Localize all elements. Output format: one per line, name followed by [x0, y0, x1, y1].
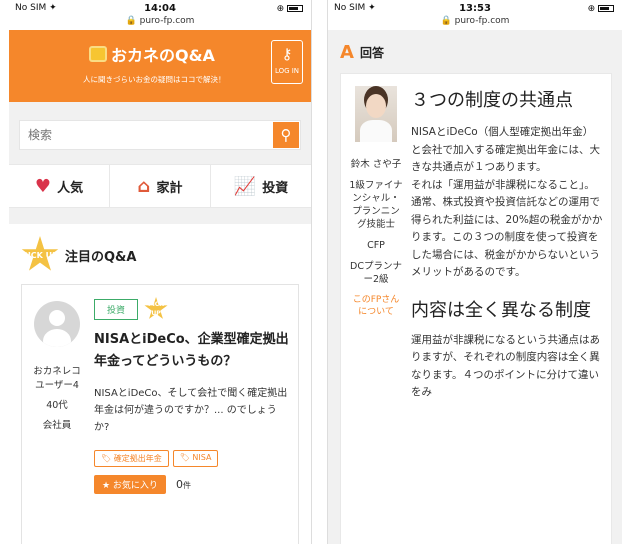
- user-job: 会社員: [42, 420, 72, 431]
- fp-qualification: DCプランナー2級: [350, 261, 402, 285]
- favorite-row: ★ お気に入り 0件: [94, 475, 290, 494]
- category-investment[interactable]: 📈 投資: [211, 165, 311, 207]
- fp-qualification: 1級ファイナンシャル・プランニング技能士: [349, 180, 403, 230]
- clock: 14:04: [144, 3, 176, 14]
- status-bar: No SIM ✦ 14:04 🔒 puro-fp.com ⊕: [9, 0, 311, 30]
- tagline: 人に聞きづらいお金の疑問はココで解決！: [83, 75, 226, 84]
- status-bar: No SIM ✦ 13:53 🔒 puro-fp.com ⊕: [328, 0, 622, 30]
- login-label: LOG IN: [274, 67, 300, 75]
- content-area: ⚲ ♥ 人気 ⌂ 家計 📈 投資 PICK UP 注目のQ&A: [9, 102, 311, 544]
- key-icon: ⚷: [281, 45, 293, 63]
- category-tag[interactable]: 投資: [94, 298, 139, 320]
- chart-icon: 📈: [233, 175, 257, 197]
- fp-name: 鈴木 さや子: [350, 159, 402, 170]
- fp-qualification: CFP: [367, 240, 385, 251]
- category-nav: ♥ 人気 ⌂ 家計 📈 投資: [9, 164, 311, 208]
- answer-letter: A: [340, 42, 354, 63]
- site-logo[interactable]: おカネのQ&A: [89, 42, 215, 66]
- keyword-tags: 🏷 確定拠出年金 🏷 NISA: [94, 450, 290, 467]
- category-label: 人気: [57, 180, 84, 196]
- user-name: おカネレコユーザー4: [33, 366, 81, 391]
- answer-paragraph: 運用益が非課税になるという共通点はありますが、それぞれの制度内容は全く異なります…: [411, 333, 600, 399]
- coin-icon: [89, 46, 107, 62]
- category-household[interactable]: ⌂ 家計: [110, 165, 211, 207]
- heart-icon: ♥: [34, 175, 52, 197]
- pickup-star-icon: PICK UP: [144, 297, 168, 319]
- site-header: おカネのQ&A 人に聞きづらいお金の疑問はココで解決！ ⚷ LOG IN: [9, 30, 311, 102]
- answer-heading: A 回答: [340, 42, 612, 63]
- favorite-count: 0件: [175, 478, 191, 491]
- keyword-tag[interactable]: 🏷 NISA: [172, 450, 219, 467]
- question-content: 投資 PICK UP NISAとiDeCo、企業型確定拠出年金ってどういうもの？…: [94, 297, 290, 541]
- logo-text: おカネのQ&A: [111, 46, 215, 65]
- fp-profile: 鈴木 さや子 1級ファイナンシャル・プランニング技能士 CFP DCプランナー2…: [349, 86, 403, 540]
- favorite-button[interactable]: ★ お気に入り: [94, 475, 166, 494]
- keyword-tag[interactable]: 🏷 確定拠出年金: [94, 450, 169, 467]
- category-label: 家計: [156, 180, 183, 196]
- questioner-info: おカネレコユーザー4 40代 会社員: [30, 297, 84, 541]
- category-popular[interactable]: ♥ 人気: [9, 165, 110, 207]
- question-title[interactable]: NISAとiDeCo、企業型確定拠出年金ってどういうもの？: [94, 329, 290, 373]
- pickup-star-icon: PICK UP: [21, 236, 59, 271]
- url-bar[interactable]: 🔒 puro-fp.com: [328, 16, 622, 26]
- answer-section-heading: 内容は全く異なる制度: [411, 299, 591, 321]
- clock: 13:53: [459, 3, 491, 14]
- user-age: 40代: [46, 400, 68, 411]
- qa-card[interactable]: おカネレコユーザー4 40代 会社員 投資 PICK UP NISAとiDeCo…: [21, 284, 299, 544]
- house-icon: ⌂: [137, 175, 151, 197]
- search-bar: ⚲: [19, 120, 301, 150]
- answer-label: 回答: [359, 46, 384, 60]
- answer-paragraph: NISAとiDeCo（個人型確定拠出年金）と会社で加入する確定拠出年金には、大き…: [411, 126, 600, 173]
- pickup-heading: PICK UP 注目のQ&A: [21, 236, 299, 274]
- answer-area: A 回答 鈴木 さや子 1級ファイナンシャル・プランニング技能士 CFP DCプ…: [328, 30, 622, 544]
- battery-icon: ⊕: [277, 4, 303, 14]
- left-phone-screen: No SIM ✦ 14:04 🔒 puro-fp.com ⊕ おカネのQ&A 人…: [9, 0, 312, 544]
- answer-paragraph: それは「運用益が非課税になること」。通常、株式投資や投資信託などの運用で得られた…: [411, 178, 603, 279]
- search-input[interactable]: [20, 121, 272, 149]
- question-excerpt: NISAとiDeCo、そして会社で聞く確定拠出年金は何が違うのですか？... の…: [94, 388, 288, 433]
- login-button[interactable]: ⚷ LOG IN: [271, 40, 303, 84]
- answer-card: 鈴木 さや子 1級ファイナンシャル・プランニング技能士 CFP DCプランナー2…: [340, 73, 612, 544]
- search-icon: ⚲: [280, 126, 292, 144]
- fp-profile-link[interactable]: このFPさんについて: [349, 294, 403, 318]
- answer-section-heading: ３つの制度の共通点: [411, 90, 573, 111]
- category-label: 投資: [262, 180, 289, 196]
- battery-icon: ⊕: [588, 4, 614, 14]
- avatar: [34, 301, 80, 347]
- fp-photo: [355, 86, 397, 142]
- answer-body: ３つの制度の共通点 NISAとiDeCo（個人型確定拠出年金）と会社で加入する確…: [411, 86, 603, 540]
- url-bar[interactable]: 🔒 puro-fp.com: [9, 16, 311, 26]
- pickup-title: 注目のQ&A: [65, 249, 137, 265]
- question-tags: 投資 PICK UP: [94, 297, 290, 321]
- right-phone-screen: No SIM ✦ 13:53 🔒 puro-fp.com ⊕ A 回答 鈴木 さ…: [327, 0, 622, 544]
- pickup-section: PICK UP 注目のQ&A おカネレコユーザー4 40代 会社員 投資 PIC…: [9, 224, 311, 544]
- search-button[interactable]: ⚲: [273, 122, 299, 148]
